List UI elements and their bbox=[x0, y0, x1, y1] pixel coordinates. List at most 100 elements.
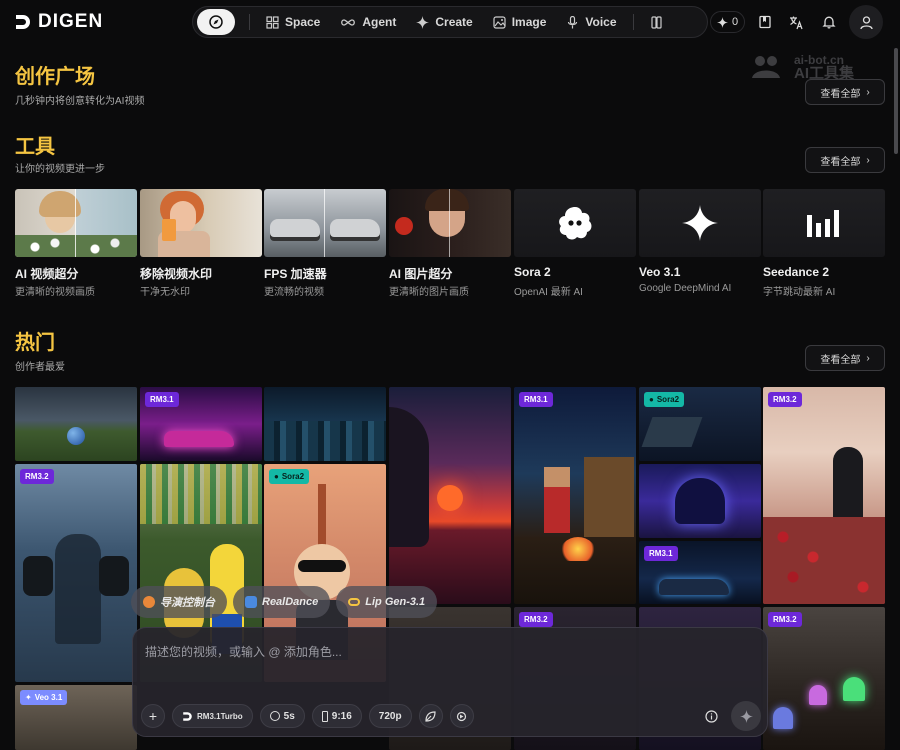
mic-icon bbox=[568, 15, 578, 28]
model-selector[interactable]: RM3.1Turbo bbox=[172, 704, 253, 728]
video-tile[interactable] bbox=[639, 464, 761, 538]
chevron-right-icon: › bbox=[866, 86, 870, 98]
chip-label: Lip Gen-3.1 bbox=[365, 596, 426, 608]
video-tile[interactable]: RM3.2 bbox=[763, 607, 885, 750]
tool-desc: Google DeepMind AI bbox=[639, 283, 732, 294]
nav-divider bbox=[249, 14, 250, 30]
model-badge: RM3.1 bbox=[519, 392, 553, 407]
info-button[interactable] bbox=[701, 706, 721, 726]
tool-card-image-upscale[interactable]: AI 图片超分 更清晰的图片画质 bbox=[389, 189, 511, 299]
see-all-label: 查看全部 bbox=[820, 88, 861, 100]
model-badge: RM3.2 bbox=[20, 469, 54, 484]
notifications-button[interactable] bbox=[819, 12, 839, 32]
sparkle-icon bbox=[416, 15, 430, 29]
chip-lip-gen[interactable]: Lip Gen-3.1 bbox=[336, 586, 438, 618]
tool-card-video-upscale[interactable]: AI 视频超分 更清晰的视频画质 bbox=[15, 189, 137, 299]
plus-icon: + bbox=[148, 708, 158, 724]
generate-button[interactable] bbox=[731, 701, 761, 731]
tool-desc: 干净无水印 bbox=[140, 287, 190, 298]
video-tile[interactable] bbox=[389, 387, 511, 604]
language-button[interactable] bbox=[786, 12, 806, 32]
nav-image-label: Image bbox=[511, 15, 547, 29]
tool-name: Sora 2 bbox=[514, 265, 551, 279]
model-badge: RM3.2 bbox=[768, 612, 802, 627]
petals-image bbox=[763, 517, 885, 604]
prompt-input[interactable] bbox=[145, 642, 745, 662]
car-image bbox=[270, 219, 320, 237]
translate-icon bbox=[789, 16, 803, 29]
nav-create[interactable]: Create bbox=[406, 9, 482, 35]
video-tile[interactable] bbox=[264, 387, 386, 461]
video-tile[interactable]: ● Sora2 bbox=[639, 387, 761, 461]
explore-button[interactable] bbox=[197, 9, 235, 35]
camera-motion-button[interactable] bbox=[449, 704, 474, 728]
character-image bbox=[298, 560, 346, 572]
flower-image bbox=[395, 217, 413, 235]
chip-label: 导演控制台 bbox=[160, 597, 215, 609]
video-tile[interactable]: RM3.1 bbox=[514, 387, 636, 604]
section-title-create: 创作广场 bbox=[15, 66, 95, 88]
page-scrollbar[interactable] bbox=[894, 48, 898, 154]
cliff-image bbox=[389, 407, 429, 547]
tool-thumbnail bbox=[264, 189, 386, 257]
logo[interactable]: DIGEN bbox=[14, 11, 103, 33]
tool-card-fps-boost[interactable]: FPS 加速器 更流畅的视频 bbox=[264, 189, 386, 299]
tool-card-remove-watermark[interactable]: 移除视频水印 干净无水印 bbox=[140, 189, 262, 299]
tool-card-veo31[interactable]: Veo 3.1 Google DeepMind AI bbox=[639, 189, 761, 299]
nav-agent[interactable]: Agent bbox=[330, 9, 406, 35]
tool-desc: 更清晰的图片画质 bbox=[389, 287, 469, 298]
see-all-create-button[interactable]: 查看全部 › bbox=[805, 79, 885, 105]
book-button[interactable] bbox=[755, 12, 775, 32]
model-badge: ✦ Veo 3.1 bbox=[20, 690, 68, 705]
drink-image bbox=[162, 219, 176, 241]
flowers-image bbox=[15, 235, 137, 257]
mech-image bbox=[641, 417, 703, 447]
section-title-tools: 工具 bbox=[15, 136, 55, 158]
nav-library[interactable] bbox=[640, 9, 673, 35]
credits-count: 0 bbox=[732, 16, 739, 28]
ghost-image bbox=[843, 677, 865, 701]
section-title-hot: 热门 bbox=[15, 332, 55, 354]
nav-voice[interactable]: Voice bbox=[556, 9, 626, 35]
glove-image bbox=[99, 556, 129, 596]
tool-card-seedance2[interactable]: Seedance 2 字节跳动最新 AI bbox=[763, 189, 885, 299]
crowd-image bbox=[140, 464, 262, 524]
see-all-tools-button[interactable]: 查看全部 › bbox=[805, 147, 885, 173]
style-button[interactable] bbox=[418, 704, 443, 728]
video-tile[interactable]: ✦ Veo 3.1 bbox=[15, 685, 137, 750]
motion-icon bbox=[456, 711, 467, 721]
tool-name: AI 视频超分 bbox=[15, 267, 79, 281]
see-all-hot-button[interactable]: 查看全部 › bbox=[805, 345, 885, 371]
mode-chips: 导演控制台 RealDance Lip Gen-3.1 bbox=[131, 586, 438, 618]
video-tile[interactable]: RM3.2 bbox=[763, 387, 885, 604]
section-subtitle-hot: 创作者最爱 bbox=[15, 362, 65, 373]
video-tile[interactable]: RM3.2 bbox=[15, 464, 137, 682]
video-tile[interactable]: RM3.1 bbox=[639, 541, 761, 604]
see-all-label: 查看全部 bbox=[820, 156, 861, 168]
phone-ratio-icon bbox=[321, 710, 328, 722]
ratio-selector[interactable]: 9:16 bbox=[311, 704, 362, 728]
logo-text: DIGEN bbox=[38, 11, 104, 32]
nav-space[interactable]: Space bbox=[256, 9, 330, 35]
tool-name: Veo 3.1 bbox=[639, 265, 681, 279]
columns-icon bbox=[650, 15, 662, 29]
sparkle-icon bbox=[739, 709, 753, 723]
duration-label: 5s bbox=[283, 710, 295, 722]
resolution-selector[interactable]: 720p bbox=[368, 704, 412, 728]
nav-image[interactable]: Image bbox=[483, 9, 557, 35]
video-tile[interactable]: RM3.1 bbox=[140, 387, 262, 461]
video-tile[interactable] bbox=[15, 387, 137, 461]
nav-agent-label: Agent bbox=[362, 15, 397, 29]
credits-badge[interactable]: 0 bbox=[710, 11, 746, 33]
ghost-image bbox=[773, 707, 793, 729]
chip-director-console[interactable]: 导演控制台 bbox=[131, 586, 227, 618]
add-button[interactable]: + bbox=[141, 704, 165, 728]
model-badge-label: Sora2 bbox=[281, 472, 305, 481]
chip-realdance[interactable]: RealDance bbox=[233, 586, 331, 618]
tool-card-sora2[interactable]: Sora 2 OpenAI 最新 AI bbox=[514, 189, 636, 299]
duration-selector[interactable]: 5s bbox=[259, 704, 305, 728]
sora-cloud-icon: ● bbox=[274, 472, 279, 481]
leaf-icon bbox=[425, 710, 436, 722]
user-avatar[interactable] bbox=[849, 5, 883, 39]
prompt-composer: + RM3.1Turbo 5s 9:16 720p bbox=[132, 627, 768, 737]
